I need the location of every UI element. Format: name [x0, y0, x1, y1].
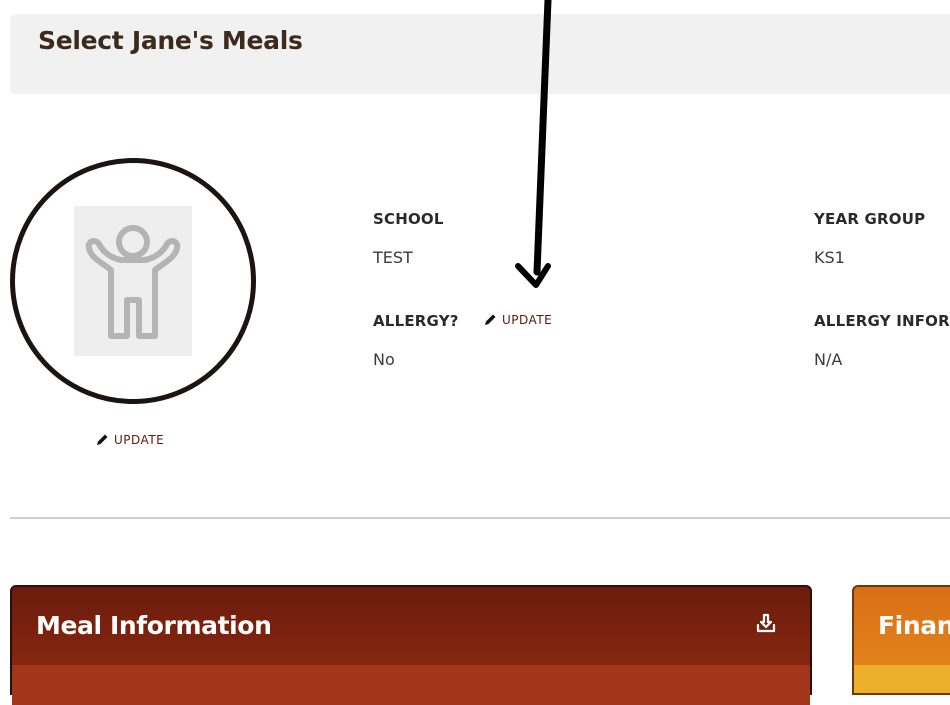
meal-information-panel: Meal Information: [10, 585, 812, 705]
arrow-down-icon: [515, 0, 552, 288]
finance-panel-title: Finance: [878, 611, 950, 640]
finance-panel: Finance: [852, 585, 950, 695]
meal-panel-title: Meal Information: [36, 611, 272, 640]
section-divider: [10, 517, 950, 519]
meal-panel-body: [12, 665, 810, 705]
finance-panel-body: [854, 665, 950, 693]
download-icon[interactable]: [756, 613, 776, 633]
